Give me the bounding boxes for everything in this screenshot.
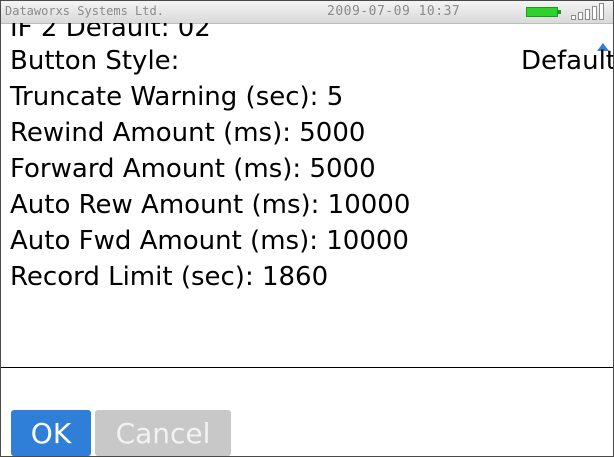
setting-label: Forward Amount (ms): 5000 <box>10 154 376 184</box>
button-style-value[interactable]: Default <box>521 43 613 79</box>
setting-label: IF 2 Default: 02 <box>10 23 211 43</box>
ok-button[interactable]: OK <box>11 410 91 456</box>
setting-auto-rew-amount[interactable]: Auto Rew Amount (ms): 10000 <box>10 187 610 223</box>
company-name: Dataworxs Systems Ltd. <box>5 4 164 18</box>
setting-rewind-amount[interactable]: Rewind Amount (ms): 5000 <box>10 115 610 151</box>
setting-label: Button Style: <box>10 46 180 76</box>
screen: Dataworxs Systems Ltd. 2009-07-09 10:37 … <box>0 0 614 457</box>
status-bar: Dataworxs Systems Ltd. 2009-07-09 10:37 <box>1 1 613 24</box>
setting-label: Truncate Warning (sec): 5 <box>10 82 344 112</box>
setting-forward-amount[interactable]: Forward Amount (ms): 5000 <box>10 151 610 187</box>
status-datetime: 2009-07-09 10:37 <box>327 4 461 19</box>
setting-label: Rewind Amount (ms): 5000 <box>10 118 366 148</box>
battery-icon <box>526 7 564 17</box>
settings-list: IF 2 Default: 02 Button Style: Default T… <box>10 23 613 295</box>
signal-strength-icon <box>569 3 609 21</box>
setting-truncate-warning[interactable]: Truncate Warning (sec): 5 <box>10 79 610 115</box>
setting-label: Auto Fwd Amount (ms): 10000 <box>10 226 409 256</box>
setting-label: Auto Rew Amount (ms): 10000 <box>10 190 411 220</box>
cancel-button[interactable]: Cancel <box>95 410 231 456</box>
setting-record-limit[interactable]: Record Limit (sec): 1860 <box>10 259 610 295</box>
setting-auto-fwd-amount[interactable]: Auto Fwd Amount (ms): 10000 <box>10 223 610 259</box>
setting-button-style[interactable]: Button Style: Default <box>10 43 613 79</box>
divider <box>1 367 613 368</box>
setting-label: Record Limit (sec): 1860 <box>10 262 329 292</box>
setting-if2-default[interactable]: IF 2 Default: 02 <box>10 23 610 43</box>
